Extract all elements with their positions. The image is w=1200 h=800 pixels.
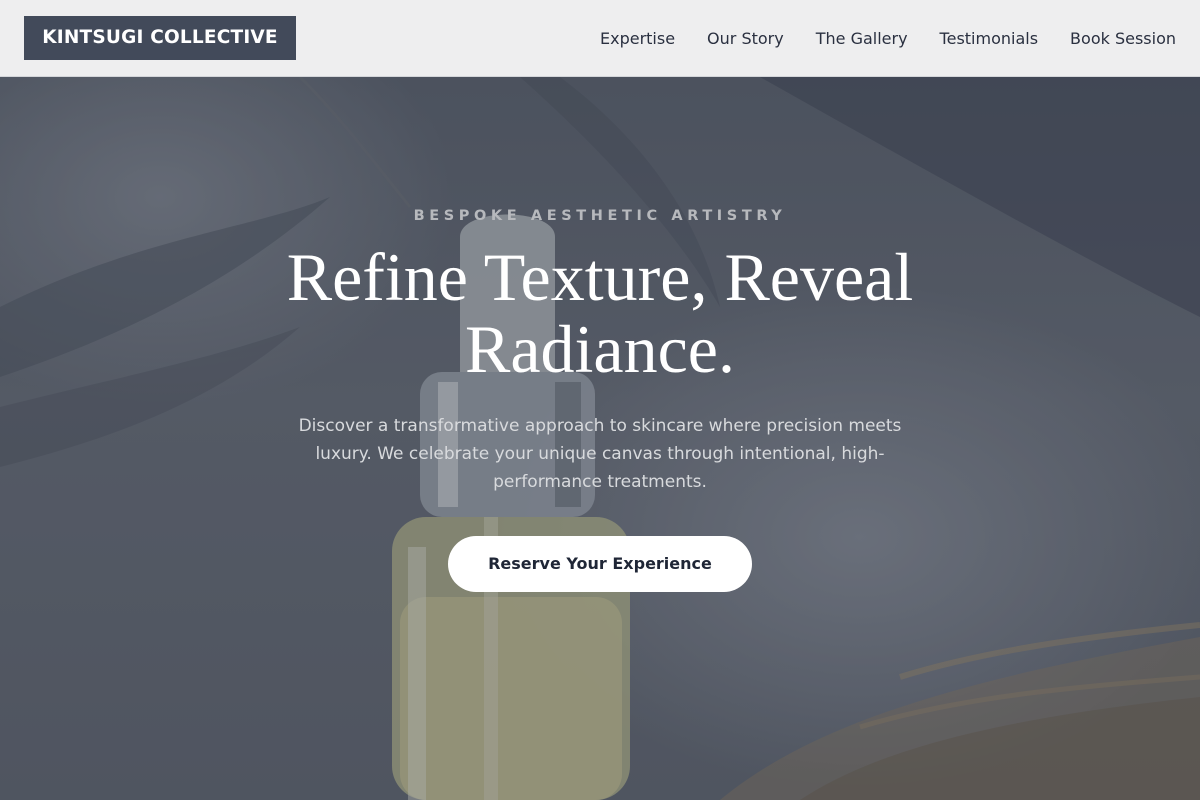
hero-content: BESPOKE AESTHETIC ARTISTRY Refine Textur… [0,77,1200,800]
nav-link-book-session[interactable]: Book Session [1070,29,1176,48]
main-nav: Expertise Our Story The Gallery Testimon… [600,0,1176,76]
nav-link-our-story[interactable]: Our Story [707,29,784,48]
hero-headline: Refine Texture, Reveal Radiance. [286,239,914,387]
nav-link-testimonials[interactable]: Testimonials [940,29,1039,48]
hero-section: BESPOKE AESTHETIC ARTISTRY Refine Textur… [0,77,1200,800]
hero-eyebrow: BESPOKE AESTHETIC ARTISTRY [413,208,787,224]
site-header: KINTSUGI COLLECTIVE Expertise Our Story … [0,0,1200,77]
hero-subtext: Discover a transformative approach to sk… [298,416,902,492]
nav-link-gallery[interactable]: The Gallery [816,29,908,48]
reserve-experience-button[interactable]: Reserve Your Experience [448,536,752,592]
nav-link-expertise[interactable]: Expertise [600,29,675,48]
brand-logo[interactable]: KINTSUGI COLLECTIVE [24,16,296,60]
